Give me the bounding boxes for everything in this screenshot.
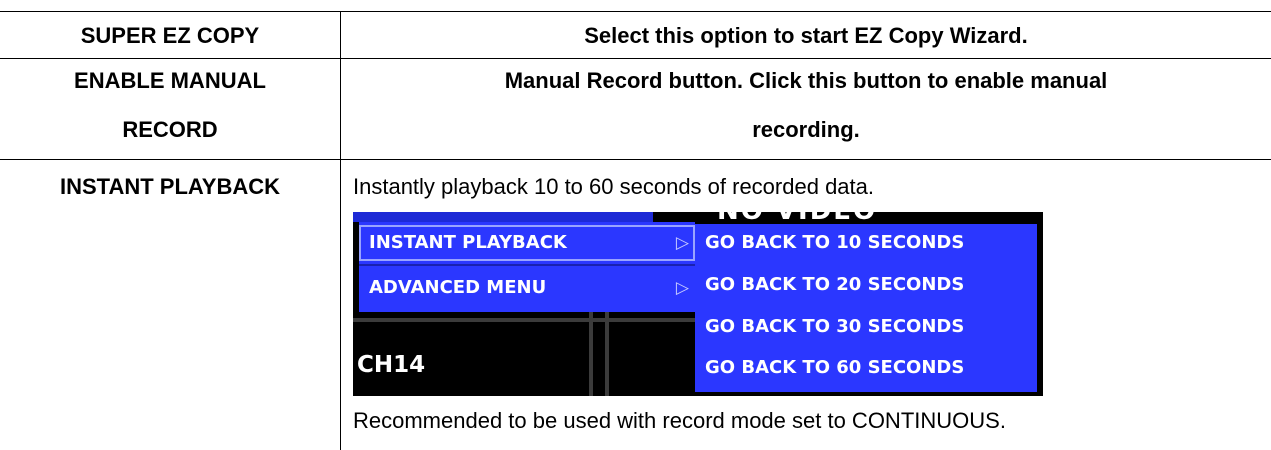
menu-item-advanced-menu[interactable]: ADVANCED MENU ▷ [359, 270, 695, 306]
dvr-top-bar [353, 212, 653, 222]
row-description-super-ez-copy: Select this option to start EZ Copy Wiza… [584, 23, 1028, 48]
menu-item-label: INSTANT PLAYBACK [369, 232, 567, 253]
instant-playback-submenu: GO BACK TO 10 SECONDS GO BACK TO 20 SECO… [695, 224, 1037, 392]
triangle-right-icon: ▷ [675, 278, 689, 298]
triangle-right-icon: ▷ [675, 233, 689, 253]
row-description-instant-playback: Instantly playback 10 to 60 seconds of r… [353, 174, 874, 199]
row-description-manual-record-line2: recording. [752, 117, 860, 142]
row-label-instant-playback: INSTANT PLAYBACK [59, 174, 280, 199]
table-rule-row2 [0, 159, 1271, 160]
row-label-enable-manual-record-line2: RECORD [122, 117, 218, 142]
feature-table: SUPER EZ COPY Select this option to star… [0, 0, 1271, 450]
dvr-menu-screenshot: NO VIDEO CH14 INSTANT PLAYBACK ▷ ADVANCE… [353, 212, 1043, 396]
row-label-enable-manual-record-line1: ENABLE MANUAL [74, 68, 266, 93]
channel-label: CH14 [357, 352, 426, 378]
instant-playback-note: Recommended to be used with record mode … [353, 408, 1006, 433]
row-label-super-ez-copy: SUPER EZ COPY [80, 23, 260, 48]
table-rule-row1 [0, 58, 1271, 59]
submenu-item-go-back-20[interactable]: GO BACK TO 20 SECONDS [695, 268, 1037, 302]
dvr-grid-line [605, 302, 609, 396]
submenu-item-go-back-60[interactable]: GO BACK TO 60 SECONDS [695, 351, 1037, 385]
row-description-manual-record-line1: Manual Record button. Click this button … [504, 68, 1108, 93]
menu-separator [359, 264, 695, 266]
menu-item-instant-playback[interactable]: INSTANT PLAYBACK ▷ [359, 225, 695, 261]
table-rule-top [0, 11, 1271, 12]
submenu-item-go-back-10[interactable]: GO BACK TO 10 SECONDS [695, 226, 1037, 260]
dvr-context-menu: INSTANT PLAYBACK ▷ ADVANCED MENU ▷ [359, 222, 695, 312]
menu-item-label: ADVANCED MENU [369, 277, 547, 298]
submenu-item-go-back-30[interactable]: GO BACK TO 30 SECONDS [695, 310, 1037, 344]
dvr-grid-line [353, 318, 698, 322]
